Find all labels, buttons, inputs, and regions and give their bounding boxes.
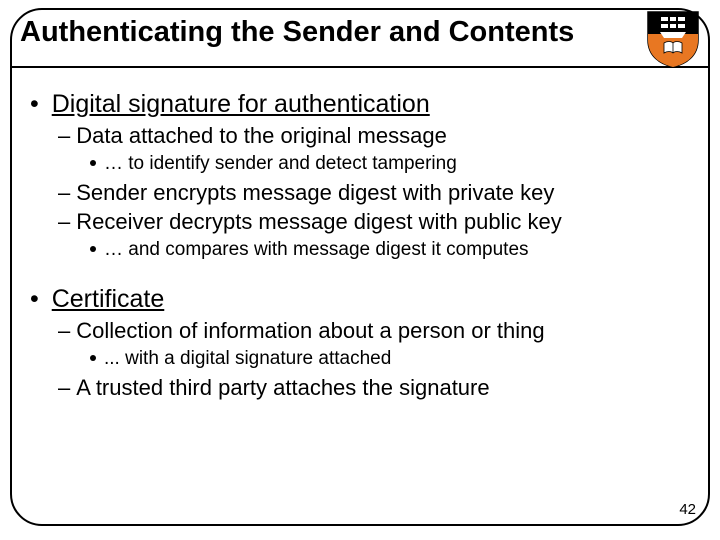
bullet-text: … and compares with message digest it co… bbox=[104, 239, 529, 260]
dot-icon bbox=[90, 246, 96, 252]
bullet-text: Data attached to the original message bbox=[76, 123, 447, 148]
dash-icon: – bbox=[58, 209, 70, 234]
slide: Authenticating the Sender and Contents •… bbox=[0, 0, 720, 540]
dash-icon: – bbox=[58, 318, 70, 343]
spacer bbox=[30, 263, 690, 277]
bullet-level2: –Receiver decrypts message digest with p… bbox=[58, 208, 690, 235]
dash-icon: – bbox=[58, 375, 70, 400]
bullet-level1: • Digital signature for authentication bbox=[30, 88, 690, 120]
slide-title: Authenticating the Sender and Contents bbox=[20, 16, 574, 49]
dot-icon bbox=[90, 355, 96, 361]
bullet-level2: –Sender encrypts message digest with pri… bbox=[58, 179, 690, 206]
bullet-level2: –Data attached to the original message bbox=[58, 122, 690, 149]
bullet-text: Collection of information about a person… bbox=[76, 318, 544, 343]
princeton-shield-icon bbox=[646, 10, 700, 68]
title-separator bbox=[12, 66, 708, 68]
bullet-level2: –A trusted third party attaches the sign… bbox=[58, 374, 690, 401]
bullet-level2: –Collection of information about a perso… bbox=[58, 317, 690, 344]
bullet-level3: ... with a digital signature attached bbox=[90, 346, 690, 372]
bullet-text: … to identify sender and detect tamperin… bbox=[104, 153, 457, 174]
dot-icon bbox=[90, 160, 96, 166]
dash-icon: – bbox=[58, 123, 70, 148]
bullet-text: Receiver decrypts message digest with pu… bbox=[76, 209, 561, 234]
bullet-level3: … to identify sender and detect tamperin… bbox=[90, 151, 690, 177]
page-number: 42 bbox=[679, 501, 696, 518]
slide-content: • Digital signature for authentication –… bbox=[30, 82, 690, 401]
bullet-level1: • Certificate bbox=[30, 283, 690, 315]
bullet-text: Sender encrypts message digest with priv… bbox=[76, 180, 554, 205]
bullet-text: A trusted third party attaches the signa… bbox=[76, 375, 489, 400]
bullet-dot-icon: • bbox=[30, 90, 39, 118]
dash-icon: – bbox=[58, 180, 70, 205]
bullet-level3: … and compares with message digest it co… bbox=[90, 237, 690, 263]
bullet-text: Certificate bbox=[52, 285, 165, 313]
bullet-text: ... with a digital signature attached bbox=[104, 348, 391, 369]
bullet-text: Digital signature for authentication bbox=[52, 90, 430, 118]
bullet-dot-icon: • bbox=[30, 285, 39, 313]
